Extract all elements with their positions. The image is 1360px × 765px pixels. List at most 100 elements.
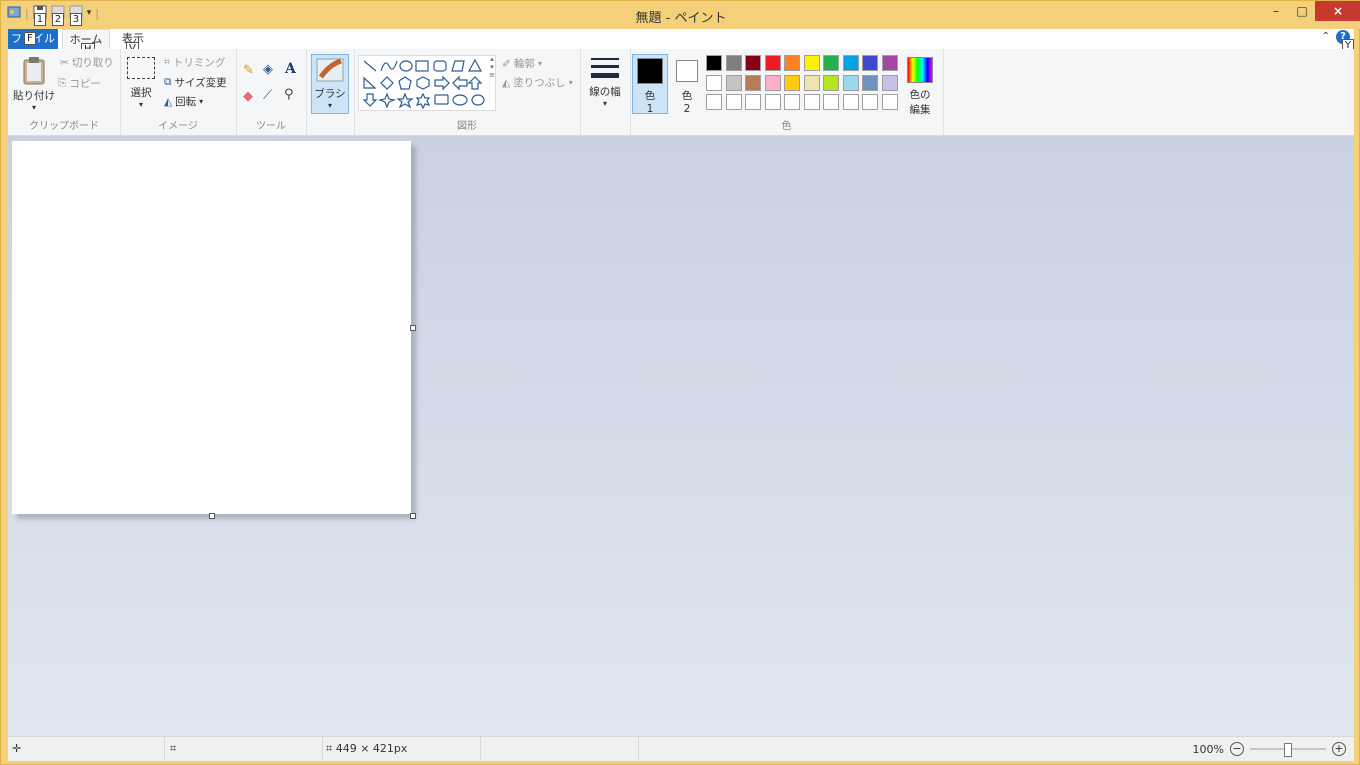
zoom-in-button[interactable]: + <box>1332 742 1346 756</box>
tab-view[interactable]: 表示 V <box>116 29 150 55</box>
palette-color-swatch[interactable] <box>842 55 859 71</box>
palette-color-swatch[interactable] <box>823 74 839 91</box>
palette-color-swatch[interactable] <box>862 74 878 91</box>
palette-color-swatch[interactable] <box>842 74 859 91</box>
brush-button[interactable]: ブラシ ▾ <box>311 54 349 114</box>
title-bar: | 1 2 3 ▾ | 無題 - ペイント – □ × <box>1 1 1360 29</box>
palette-color-swatch[interactable] <box>784 74 800 91</box>
custom-color-slot[interactable] <box>764 94 781 110</box>
group-tools: ✎ ◈ A ◆ ⟋ ⚲ ツール <box>236 49 307 135</box>
palette-color-swatch[interactable] <box>803 74 820 91</box>
zoom-slider[interactable] <box>1250 743 1326 757</box>
edit-colors-button[interactable]: 色の 編集 <box>904 57 936 117</box>
resize-handle-corner[interactable] <box>410 513 416 519</box>
magnifier-icon[interactable]: ⚲ <box>284 87 294 102</box>
shapes-scroll[interactable]: ▴ ▾ ≡ <box>488 55 496 109</box>
color-palette <box>706 55 902 115</box>
group-size: 線の幅 ▾ <box>580 49 631 135</box>
tab-file[interactable]: ファイル F <box>8 29 58 49</box>
group-label-image: イメージ <box>158 121 198 132</box>
group-label-tools: ツール <box>256 121 286 132</box>
window-title: 無題 - ペイント <box>635 11 727 26</box>
custom-color-slot[interactable] <box>745 94 761 110</box>
group-label-shapes: 図形 <box>457 121 477 132</box>
custom-color-slot[interactable] <box>803 94 820 110</box>
zoom-slider-thumb[interactable] <box>1284 743 1292 757</box>
cursor-position-icon: ✛ <box>12 742 22 755</box>
custom-color-slot[interactable] <box>706 94 722 110</box>
minimize-button[interactable]: – <box>1263 1 1289 21</box>
palette-color-swatch[interactable] <box>823 55 839 71</box>
copy-icon: ⎘ <box>58 77 67 89</box>
image-size-icon: ⌗ <box>326 742 333 755</box>
close-button[interactable]: × <box>1315 1 1360 21</box>
tab-home[interactable]: ホーム H <box>62 29 110 56</box>
color1-button[interactable]: 色 1 <box>632 54 668 115</box>
custom-color-slot[interactable] <box>881 94 898 110</box>
text-icon[interactable]: A <box>285 61 296 77</box>
resize-button[interactable]: ⧉ サイズ変更 <box>164 75 227 90</box>
resize-handle-bottom[interactable] <box>209 513 215 519</box>
group-shapes: ▴ ▾ ≡ ✐ 輪郭 ▾ ◭ 塗りつぶし ▾ 図形 <box>354 49 581 135</box>
palette-color-swatch[interactable] <box>881 55 898 71</box>
group-image: 選択 ▾ ⌗ トリミング ⧉ サイズ変更 ◭ 回転 ▾ イメージ <box>120 49 237 135</box>
rotate-icon: ◭ <box>164 95 173 108</box>
outline-button[interactable]: ✐ 輪郭 ▾ <box>502 56 542 71</box>
zoom-level: 100% <box>1192 742 1224 756</box>
palette-color-swatch[interactable] <box>862 55 878 71</box>
ribbon-tabs: ファイル F ホーム H 表示 V ⌃ ? Y <box>8 29 1354 56</box>
palette-color-swatch[interactable] <box>745 55 761 71</box>
palette-color-swatch[interactable] <box>881 74 898 91</box>
keytip-f: F <box>24 32 36 45</box>
eraser-icon[interactable]: ◆ <box>243 89 253 104</box>
color-picker-icon[interactable]: ⟋ <box>263 88 272 103</box>
custom-color-slot[interactable] <box>725 94 742 110</box>
palette-color-swatch[interactable] <box>764 74 781 91</box>
palette-color-swatch[interactable] <box>764 55 781 71</box>
group-label-clipboard: クリップボード <box>29 121 99 132</box>
color2-button[interactable]: 色 2 <box>672 54 702 115</box>
paste-button[interactable]: 貼り付け ▾ <box>12 55 56 112</box>
color1-swatch <box>637 58 663 84</box>
shapes-gallery[interactable] <box>358 55 496 111</box>
clipboard-icon <box>23 57 45 85</box>
crop-button[interactable]: ⌗ トリミング <box>164 55 225 70</box>
fill-bucket-icon[interactable]: ◈ <box>263 62 273 77</box>
fill-button[interactable]: ◭ 塗りつぶし ▾ <box>502 75 573 90</box>
custom-color-slot[interactable] <box>823 94 839 110</box>
palette-color-swatch[interactable] <box>706 55 722 71</box>
palette-color-swatch[interactable] <box>725 74 742 91</box>
size-button[interactable]: 線の幅 ▾ <box>585 55 625 108</box>
custom-color-slot[interactable] <box>784 94 800 110</box>
rotate-button[interactable]: ◭ 回転 ▾ <box>164 94 203 109</box>
resize-icon: ⧉ <box>164 76 172 88</box>
palette-color-swatch[interactable] <box>706 74 722 91</box>
group-brush: ブラシ ▾ <box>306 49 355 135</box>
color-spectrum-icon <box>907 57 933 83</box>
collapse-ribbon-icon[interactable]: ⌃ <box>1322 31 1330 42</box>
group-clipboard: 貼り付け ▾ ✂ 切り取り ⎘ コピー クリップボード <box>8 49 121 135</box>
custom-color-slot[interactable] <box>862 94 878 110</box>
drawing-canvas[interactable] <box>12 141 411 514</box>
zoom-control: 100% − + <box>1193 737 1346 761</box>
status-selection-size: ⌗ <box>164 737 323 761</box>
status-bar: ✛ ⌗ ⌗ 449 × 421px 100% − + <box>8 736 1354 761</box>
palette-color-swatch[interactable] <box>784 55 800 71</box>
canvas-area <box>8 136 1354 736</box>
select-rect-icon <box>127 57 155 79</box>
status-cursor-position: ✛ <box>8 737 165 761</box>
palette-color-swatch[interactable] <box>803 55 820 71</box>
fill-icon: ◭ <box>502 76 511 89</box>
custom-color-slot[interactable] <box>842 94 859 110</box>
resize-handle-right[interactable] <box>410 325 416 331</box>
copy-button[interactable]: ⎘ コピー <box>58 76 101 91</box>
palette-color-swatch[interactable] <box>745 74 761 91</box>
maximize-button[interactable]: □ <box>1289 1 1315 21</box>
paint-window: | 1 2 3 ▾ | 無題 - ペイント – □ × ファイル F <box>0 0 1360 765</box>
pencil-icon[interactable]: ✎ <box>243 63 254 78</box>
cut-button[interactable]: ✂ 切り取り <box>60 55 114 70</box>
zoom-out-button[interactable]: − <box>1230 742 1244 756</box>
line-width-icon <box>591 58 619 78</box>
palette-color-swatch[interactable] <box>725 55 742 71</box>
select-button[interactable]: 選択 ▾ <box>124 57 158 109</box>
